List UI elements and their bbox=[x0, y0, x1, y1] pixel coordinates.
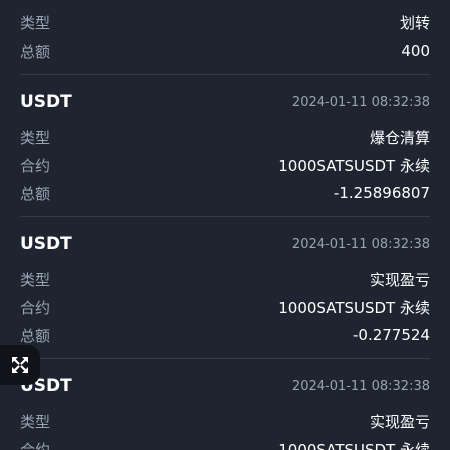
expand-arrows-icon bbox=[12, 357, 28, 373]
amount-label: 总额 bbox=[20, 326, 51, 345]
record-contract-row: 合约 1000SATSUSDT 永续 bbox=[20, 437, 430, 450]
record-header[interactable]: USDT 2024-01-11 08:32:38 bbox=[20, 232, 430, 256]
divider bbox=[20, 358, 430, 359]
type-label: 类型 bbox=[20, 270, 51, 289]
contract-value: 1000SATSUSDT 永续 bbox=[278, 298, 430, 317]
asset-name: USDT bbox=[20, 234, 72, 254]
record-amount-row: 总额 -0.277524 bbox=[20, 323, 430, 347]
divider bbox=[20, 74, 430, 75]
record-type-row: 类型 爆仓清算 bbox=[20, 125, 430, 149]
amount-value: 400 bbox=[401, 42, 430, 60]
amount-label: 总额 bbox=[20, 42, 51, 61]
divider bbox=[20, 216, 430, 217]
record-contract-row: 合约 1000SATSUSDT 永续 bbox=[20, 295, 430, 319]
record-header[interactable]: USDT 2024-01-11 08:32:38 bbox=[20, 90, 430, 114]
contract-label: 合约 bbox=[20, 156, 51, 175]
timestamp: 2024-01-11 08:32:38 bbox=[291, 94, 430, 110]
contract-value: 1000SATSUSDT 永续 bbox=[278, 156, 430, 175]
amount-value: -1.25896807 bbox=[333, 184, 430, 202]
amount-value: -0.277524 bbox=[353, 326, 430, 344]
contract-value: 1000SATSUSDT 永续 bbox=[278, 440, 430, 450]
record-type-row: 类型 实现盈亏 bbox=[20, 409, 430, 433]
contract-label: 合约 bbox=[20, 298, 51, 317]
timestamp: 2024-01-11 08:32:38 bbox=[291, 236, 430, 252]
record-header[interactable]: USDT 2024-01-11 08:32:38 bbox=[20, 374, 430, 398]
type-value: 爆仓清算 bbox=[369, 128, 430, 147]
type-label: 类型 bbox=[20, 412, 51, 431]
timestamp: 2024-01-11 08:32:38 bbox=[291, 378, 430, 394]
floating-expand-button[interactable] bbox=[0, 345, 40, 385]
record-type-row: 类型 划转 bbox=[20, 10, 430, 34]
record-amount-row: 总额 400 bbox=[20, 39, 430, 63]
type-value: 划转 bbox=[399, 13, 430, 32]
contract-label: 合约 bbox=[20, 440, 51, 450]
asset-name: USDT bbox=[20, 92, 72, 112]
record-type-row: 类型 实现盈亏 bbox=[20, 267, 430, 291]
type-value: 实现盈亏 bbox=[369, 412, 430, 431]
type-label: 类型 bbox=[20, 13, 51, 32]
type-label: 类型 bbox=[20, 128, 51, 147]
record-amount-row: 总额 -1.25896807 bbox=[20, 181, 430, 205]
amount-label: 总额 bbox=[20, 184, 51, 203]
type-value: 实现盈亏 bbox=[369, 270, 430, 289]
record-contract-row: 合约 1000SATSUSDT 永续 bbox=[20, 153, 430, 177]
